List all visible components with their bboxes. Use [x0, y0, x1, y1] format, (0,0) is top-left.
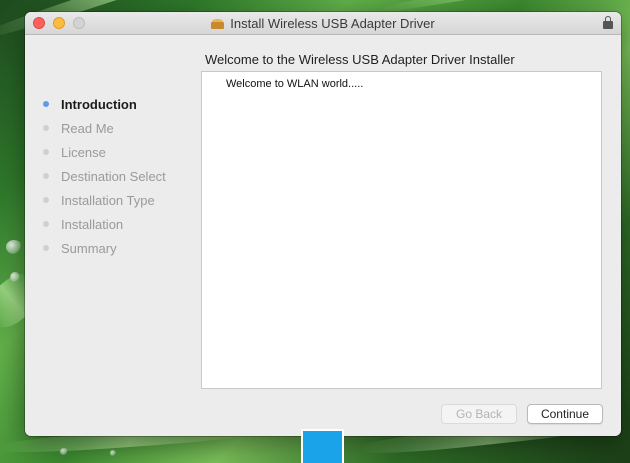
- installer-steps-sidebar: Introduction Read Me License Destination…: [43, 92, 166, 260]
- step-label: Introduction: [61, 96, 137, 112]
- wallpaper-dewdrop: [110, 450, 116, 456]
- wallpaper-dewdrop: [60, 448, 68, 455]
- step-dot-icon: [43, 173, 49, 179]
- package-icon: [211, 18, 225, 29]
- wallpaper-dewdrop: [10, 272, 20, 282]
- installer-window: Install Wireless USB Adapter Driver Welc…: [25, 12, 621, 436]
- step-dot-icon: [43, 149, 49, 155]
- step-label: Installation Type: [61, 192, 155, 208]
- step-dot-icon: [43, 221, 49, 227]
- step-dot-icon: [43, 125, 49, 131]
- title-group: Install Wireless USB Adapter Driver: [25, 12, 621, 34]
- step-installation-type: Installation Type: [43, 188, 166, 212]
- step-label: Summary: [61, 240, 117, 256]
- step-introduction: Introduction: [43, 92, 166, 116]
- step-summary: Summary: [43, 236, 166, 260]
- welcome-message: Welcome to WLAN world.....: [226, 78, 364, 90]
- welcome-text-pane[interactable]: Welcome to WLAN world.....: [201, 71, 602, 389]
- step-label: Destination Select: [61, 168, 166, 184]
- window-title: Install Wireless USB Adapter Driver: [230, 15, 435, 31]
- go-back-button[interactable]: Go Back: [441, 404, 517, 424]
- wallpaper-dewdrop: [6, 240, 22, 254]
- continue-button[interactable]: Continue: [527, 404, 603, 424]
- step-label: Read Me: [61, 120, 114, 136]
- active-step-dot-icon: [43, 101, 49, 107]
- title-bar[interactable]: Install Wireless USB Adapter Driver: [25, 12, 621, 35]
- step-destination-select: Destination Select: [43, 164, 166, 188]
- step-installation: Installation: [43, 212, 166, 236]
- step-read-me: Read Me: [43, 116, 166, 140]
- step-dot-icon: [43, 197, 49, 203]
- step-label: Installation: [61, 216, 124, 232]
- step-dot-icon: [43, 245, 49, 251]
- lock-icon: [603, 16, 613, 29]
- step-label: License: [61, 144, 106, 160]
- step-license: License: [43, 140, 166, 164]
- page-heading: Welcome to the Wireless USB Adapter Driv…: [205, 52, 515, 67]
- blue-square-overlay: [301, 429, 344, 463]
